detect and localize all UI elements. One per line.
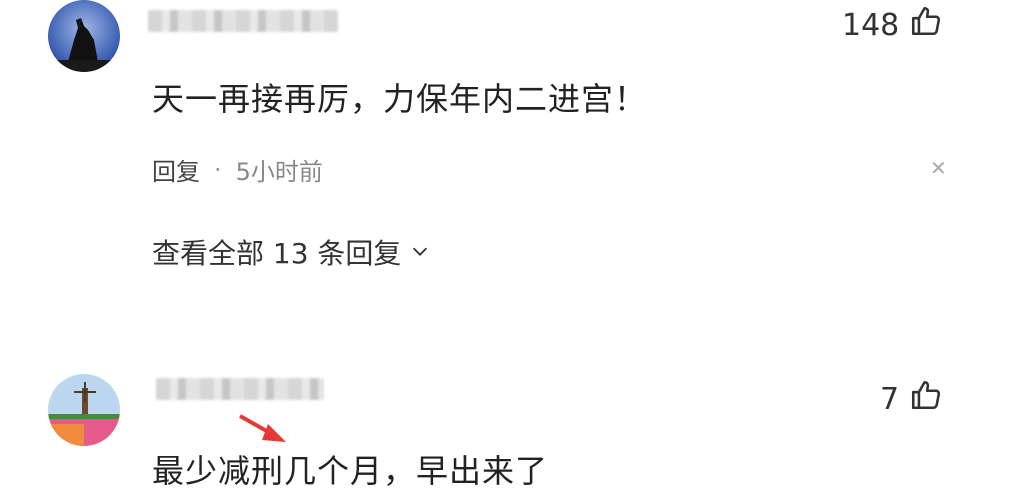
comment-2: 7 最少减刑几个月，早出来了 [0,370,1024,491]
reply-button[interactable]: 回复 [152,152,200,187]
avatar[interactable] [48,374,120,446]
like-count: 148 [842,7,900,43]
avatar[interactable] [48,0,120,72]
like-button[interactable]: 148 [842,4,943,46]
comment-1: 148 天一再接再厉，力保年内二进宫！ 回复 · 5小时前 ✕ 查看全部 13 … [0,0,1024,290]
thumbs-up-icon [909,378,943,420]
separator-dot: · [214,155,222,184]
comment-text: 天一再接再厉，力保年内二进宫！ [152,80,648,118]
like-button[interactable]: 7 [880,378,943,420]
like-count: 7 [880,381,900,417]
thumbs-up-icon [909,4,943,46]
close-icon[interactable]: ✕ [930,156,947,180]
comment-text: 最少减刑几个月，早出来了 [152,452,549,490]
view-all-label: 查看全部 13 条回复 [152,237,402,270]
timestamp: 5小时前 [235,158,323,186]
comment-meta: 回复 · 5小时前 [152,152,323,187]
username-blurred[interactable] [156,378,324,400]
username-blurred[interactable] [148,10,338,32]
view-all-replies-button[interactable]: 查看全部 13 条回复 [152,232,431,272]
chevron-down-icon [409,236,431,269]
